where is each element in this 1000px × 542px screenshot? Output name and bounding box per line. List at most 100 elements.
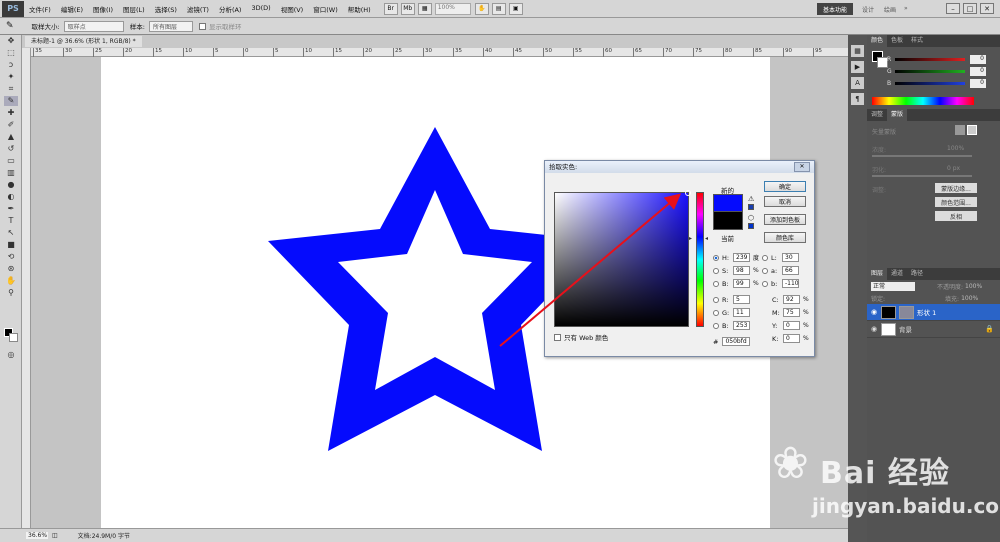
hue-slider[interactable] <box>696 192 704 327</box>
hand-tool-icon[interactable]: ✋ <box>4 276 18 286</box>
color-value-field[interactable]: 5 <box>733 295 750 304</box>
hand-icon[interactable]: ✋ <box>474 2 489 15</box>
color-range-button[interactable]: 颜色范围... <box>935 197 977 207</box>
zoom-select[interactable]: 100% <box>434 2 471 15</box>
add-to-swatches-button[interactable]: 添加到色板 <box>764 214 806 225</box>
close-icon[interactable]: ✕ <box>980 3 994 14</box>
menu-item[interactable]: 3D(D) <box>246 4 275 14</box>
pixel-mask-icon[interactable] <box>955 125 965 135</box>
rgb-slider-track[interactable] <box>895 57 965 61</box>
lab-value-field[interactable]: 66 <box>782 266 799 275</box>
mini-bridge-icon[interactable]: Mb <box>400 2 415 15</box>
sample-size-select[interactable]: 取样点 <box>63 20 124 32</box>
workspace-design-link[interactable]: 设计 <box>862 5 874 14</box>
hex-field[interactable]: 050bfd <box>722 337 751 346</box>
menu-item[interactable]: 滤镜(T) <box>182 4 214 14</box>
move-tool-icon[interactable]: ✥ <box>4 36 18 46</box>
dodge-tool-icon[interactable]: ◐ <box>4 192 18 202</box>
layer-row[interactable]: ◉ 背景 🔒 <box>867 321 1000 338</box>
menu-item[interactable]: 视图(V) <box>276 4 309 14</box>
color-value-radio[interactable] <box>713 309 719 316</box>
document-tab[interactable]: 未标题-1 @ 36.6% (形状 1, RGB/8) * <box>25 36 142 47</box>
current-color-swatch[interactable] <box>713 212 743 230</box>
mask-edge-button[interactable]: 蒙版边缘... <box>935 183 977 193</box>
web-only-checkbox[interactable] <box>554 333 561 341</box>
opacity-value[interactable]: 100% <box>965 283 982 290</box>
eye-icon[interactable]: ◉ <box>871 308 881 316</box>
crop-tool-icon[interactable]: ⌗ <box>4 84 18 94</box>
cmyk-value-field[interactable]: 92 <box>783 295 800 304</box>
menu-item[interactable]: 选择(S) <box>150 4 182 14</box>
minimize-icon[interactable]: – <box>946 3 960 14</box>
cmyk-value-field[interactable]: 75 <box>783 308 800 317</box>
menu-item[interactable]: 编辑(E) <box>56 4 88 14</box>
background-color-swatch[interactable] <box>9 333 18 342</box>
rgb-slider-track[interactable] <box>895 69 965 73</box>
show-ring-checkbox[interactable] <box>198 22 206 30</box>
color-value-radio[interactable] <box>713 254 719 261</box>
paragraph-panel-icon[interactable]: ¶ <box>851 93 864 105</box>
tab-swatches[interactable]: 色板 <box>887 35 907 47</box>
color-spectrum[interactable] <box>872 97 974 105</box>
3d-orbit-icon[interactable]: ⊛ <box>4 264 18 274</box>
menu-item[interactable]: 文件(F) <box>24 4 56 14</box>
gradient-tool-icon[interactable]: ▥ <box>4 168 18 178</box>
color-value-radio[interactable] <box>713 280 719 287</box>
type-tool-icon[interactable]: T <box>4 216 18 226</box>
menu-item[interactable]: 图层(L) <box>118 4 150 14</box>
workspace-painting-link[interactable]: 绘画 <box>884 5 896 14</box>
shape-tool-icon[interactable]: ■ <box>4 240 18 250</box>
density-slider[interactable] <box>872 155 972 157</box>
path-select-icon[interactable]: ↖ <box>4 228 18 238</box>
blend-mode-select[interactable]: 正常 <box>871 281 915 291</box>
lab-value-field[interactable]: 30 <box>782 253 799 262</box>
rgb-slider-track[interactable] <box>895 81 965 85</box>
pen-tool-icon[interactable]: ✒ <box>4 204 18 214</box>
zoom-tool-icon[interactable]: ⚲ <box>4 288 18 298</box>
maximize-icon[interactable]: □ <box>963 3 977 14</box>
tab-color[interactable]: 颜色 <box>867 35 888 47</box>
history-panel-icon[interactable]: ▦ <box>851 45 864 57</box>
eyedropper-tool-icon[interactable]: ✎ <box>4 96 18 106</box>
workspace-essentials-button[interactable]: 基本功能 <box>817 3 853 15</box>
lab-value-radio[interactable] <box>762 267 768 274</box>
gamut-swatch[interactable] <box>748 204 754 210</box>
menu-item[interactable]: 分析(A) <box>214 4 247 14</box>
brush-tool-icon[interactable]: ✐ <box>4 120 18 130</box>
status-zoom[interactable]: 36.6% <box>26 532 48 539</box>
blur-tool-icon[interactable]: ● <box>4 180 18 190</box>
quick-select-tool-icon[interactable]: ✦ <box>4 72 18 82</box>
rgb-slider-value[interactable]: 0 <box>970 78 986 88</box>
web-safe-swatch[interactable] <box>748 223 754 229</box>
layer-name[interactable]: 形状 1 <box>917 307 936 317</box>
menu-item[interactable]: 图像(I) <box>88 4 118 14</box>
color-value-field[interactable]: 239 <box>733 253 750 262</box>
tab-styles[interactable]: 样式 <box>907 35 927 47</box>
cmyk-value-field[interactable]: 0 <box>783 334 800 343</box>
rgb-slider-value[interactable]: 0 <box>970 54 986 64</box>
color-value-field[interactable]: 98 <box>733 266 750 275</box>
cmyk-value-field[interactable]: 0 <box>783 321 800 330</box>
lasso-tool-icon[interactable]: ↄ <box>4 60 18 70</box>
feather-slider[interactable] <box>872 175 972 177</box>
lab-value-radio[interactable] <box>762 280 768 287</box>
hue-slider-right-handle[interactable]: ◂ <box>705 235 708 242</box>
vector-mask-icon[interactable] <box>967 125 977 135</box>
web-safe-icon[interactable]: ⬡ <box>748 214 756 222</box>
tab-layers[interactable]: 图层 <box>867 268 888 280</box>
workspace-more-icon[interactable]: » <box>904 5 908 12</box>
eyedropper-icon[interactable]: ✎ <box>6 21 14 31</box>
sample-select[interactable]: 所有图层 <box>148 20 193 32</box>
color-value-radio[interactable] <box>713 296 719 303</box>
web-only-option[interactable]: 只有 Web 颜色 <box>554 332 608 342</box>
marquee-tool-icon[interactable]: ⬚ <box>4 48 18 58</box>
color-value-field[interactable]: 11 <box>733 308 750 317</box>
color-value-radio[interactable] <box>713 267 719 274</box>
menu-item[interactable]: 帮助(H) <box>343 4 376 14</box>
screen-mode-icon[interactable]: ▣ <box>508 2 523 15</box>
healing-tool-icon[interactable]: ✚ <box>4 108 18 118</box>
color-libraries-button[interactable]: 颜色库 <box>764 232 806 243</box>
bridge-icon[interactable]: Br <box>383 2 398 15</box>
dialog-close-icon[interactable]: ✕ <box>794 162 810 172</box>
color-value-radio[interactable] <box>713 322 719 329</box>
